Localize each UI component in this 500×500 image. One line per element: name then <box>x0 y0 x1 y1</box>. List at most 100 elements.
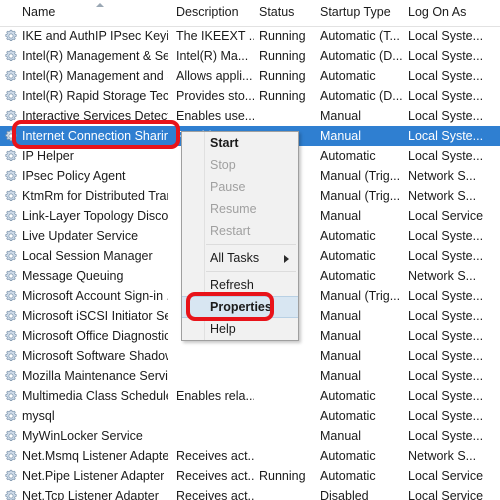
service-desc-cell: Enables rela... <box>176 389 254 403</box>
service-status-cell: Running <box>259 29 306 43</box>
context-menu-item-refresh[interactable]: Refresh <box>182 274 298 296</box>
service-gear-icon <box>4 409 18 423</box>
table-row[interactable]: MyWinLocker Service Manual Local Syste... <box>0 426 500 446</box>
service-logon-cell: Local Syste... <box>408 409 484 423</box>
service-desc-cell: Enables use... <box>176 109 254 123</box>
table-row[interactable]: Interactive Services Detection Enables us… <box>0 106 500 126</box>
service-startup-cell: Manual <box>320 109 361 123</box>
service-desc-cell: Provides sto... <box>176 89 254 103</box>
column-header-name[interactable]: Name <box>22 5 55 19</box>
service-startup-cell: Manual (Trig... <box>320 169 401 183</box>
service-logon-cell: Network S... <box>408 449 477 463</box>
context-menu-item-label: Resume <box>210 202 257 216</box>
service-startup-cell: Automatic <box>320 249 376 263</box>
service-startup-cell: Manual <box>320 129 361 143</box>
context-menu-item-label: Refresh <box>210 278 254 292</box>
table-row[interactable]: Multimedia Class Scheduler Enables rela..… <box>0 386 500 406</box>
service-status-cell: Running <box>259 89 306 103</box>
service-name-cell: Message Queuing <box>22 269 124 283</box>
service-name-cell: Microsoft Software Shadow.. <box>22 349 168 363</box>
service-logon-cell: Local Syste... <box>408 289 484 303</box>
service-gear-icon <box>4 129 18 143</box>
context-menu-item-label: Pause <box>210 180 246 194</box>
table-row[interactable]: Intel(R) Management and S... Allows appli… <box>0 66 500 86</box>
service-desc-cell: Receives act... <box>176 489 254 500</box>
service-logon-cell: Local Syste... <box>408 249 484 263</box>
service-logon-cell: Local Syste... <box>408 369 484 383</box>
service-name-cell: Local Session Manager <box>22 249 153 263</box>
service-gear-icon <box>4 469 18 483</box>
service-desc-cell: Intel(R) Ma... <box>176 49 249 63</box>
service-logon-cell: Local Syste... <box>408 429 484 443</box>
context-menu-item-label: Properties <box>210 300 272 314</box>
context-menu-separator <box>206 271 296 272</box>
service-startup-cell: Manual (Trig... <box>320 289 401 303</box>
service-logon-cell: Local Syste... <box>408 309 484 323</box>
column-header-startup[interactable]: Startup Type <box>320 5 391 19</box>
service-logon-cell: Local Service <box>408 209 484 223</box>
table-row[interactable]: Net.Pipe Listener Adapter Receives act...… <box>0 466 500 486</box>
service-logon-cell: Local Syste... <box>408 69 484 83</box>
service-name-cell: Mozilla Maintenance Service <box>22 369 168 383</box>
table-row[interactable]: Intel(R) Rapid Storage Tech... Provides s… <box>0 86 500 106</box>
service-name-cell: Net.Pipe Listener Adapter <box>22 469 165 483</box>
service-gear-icon <box>4 369 18 383</box>
service-name-cell: Link-Layer Topology Discov.. <box>22 209 168 223</box>
sort-ascending-icon[interactable] <box>96 3 104 7</box>
service-status-cell: Running <box>259 69 306 83</box>
context-menu-item-label: All Tasks <box>210 251 260 265</box>
service-logon-cell: Local Service <box>408 469 484 483</box>
service-gear-icon <box>4 49 18 63</box>
service-gear-icon <box>4 289 18 303</box>
service-startup-cell: Disabled <box>320 489 369 500</box>
service-logon-cell: Local Syste... <box>408 229 484 243</box>
service-logon-cell: Local Syste... <box>408 149 484 163</box>
context-menu-item-properties[interactable]: Properties <box>182 296 298 318</box>
context-menu-item-help[interactable]: Help <box>182 318 298 340</box>
service-desc-cell: Receives act... <box>176 449 254 463</box>
table-row[interactable]: IKE and AuthIP IPsec Keying... The IKEEXT… <box>0 26 500 46</box>
service-startup-cell: Manual (Trig... <box>320 189 401 203</box>
column-header-status[interactable]: Status <box>259 5 294 19</box>
service-desc-cell: Allows appli... <box>176 69 253 83</box>
services-manager-window: Name Description Status Startup Type Log… <box>0 0 500 500</box>
service-status-cell: Running <box>259 49 306 63</box>
service-startup-cell: Automatic <box>320 409 376 423</box>
table-row[interactable]: mysql Automatic Local Syste... <box>0 406 500 426</box>
service-gear-icon <box>4 89 18 103</box>
context-menu-item-all-tasks[interactable]: All Tasks <box>182 247 298 269</box>
service-gear-icon <box>4 189 18 203</box>
service-gear-icon <box>4 429 18 443</box>
service-logon-cell: Local Service <box>408 489 484 500</box>
table-row[interactable]: Net.Msmq Listener Adapter Receives act...… <box>0 446 500 466</box>
service-gear-icon <box>4 449 18 463</box>
service-name-cell: IP Helper <box>22 149 74 163</box>
table-row[interactable]: Microsoft Software Shadow.. Manual Local S… <box>0 346 500 366</box>
context-menu-item-label: Restart <box>210 224 251 238</box>
table-row[interactable]: Net.Tcp Listener Adapter Receives act... D… <box>0 486 500 500</box>
service-gear-icon <box>4 489 18 500</box>
context-menu-item-resume: Resume <box>182 198 298 220</box>
service-gear-icon <box>4 229 18 243</box>
context-menu-separator <box>206 244 296 245</box>
service-logon-cell: Network S... <box>408 169 477 183</box>
column-header-logon[interactable]: Log On As <box>408 5 466 19</box>
service-startup-cell: Automatic <box>320 469 376 483</box>
service-startup-cell: Manual <box>320 369 361 383</box>
table-row[interactable]: Mozilla Maintenance Service Manual Local S… <box>0 366 500 386</box>
column-header-description[interactable]: Description <box>176 5 239 19</box>
context-menu[interactable]: Start Stop Pause Resume Restart All Tasks Refr… <box>181 131 299 341</box>
service-name-cell: IPsec Policy Agent <box>22 169 126 183</box>
service-startup-cell: Manual <box>320 209 361 223</box>
service-gear-icon <box>4 389 18 403</box>
service-gear-icon <box>4 69 18 83</box>
context-menu-item-label: Start <box>210 136 239 150</box>
service-startup-cell: Automatic (T... <box>320 29 400 43</box>
service-name-cell: Microsoft Office Diagnostic.. <box>22 329 168 343</box>
service-startup-cell: Automatic <box>320 229 376 243</box>
table-row[interactable]: Intel(R) Management & Sec... Intel(R) Ma.… <box>0 46 500 66</box>
service-startup-cell: Manual <box>320 349 361 363</box>
context-menu-item-start[interactable]: Start <box>182 132 298 154</box>
context-menu-item-stop: Stop <box>182 154 298 176</box>
context-menu-items[interactable]: Start Stop Pause Resume Restart All Tasks Refr… <box>182 132 298 340</box>
